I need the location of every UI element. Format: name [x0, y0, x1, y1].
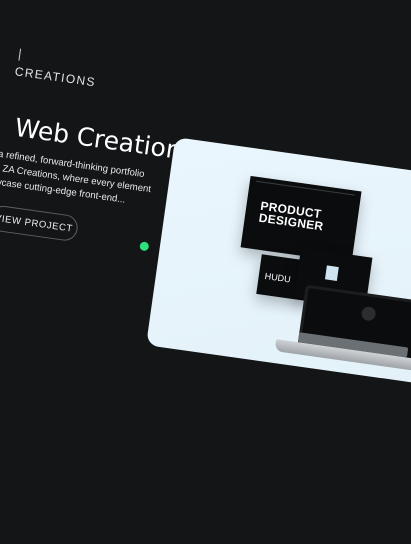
project-preview-card[interactable]: PRODUCT DESIGNER HUDU: [146, 137, 411, 385]
brand-logo-mark: [12, 47, 22, 61]
preview-navbar-line: [255, 180, 356, 198]
project-slide: CREATIONS Web Creation on is a refined, …: [0, 0, 411, 540]
view-project-button[interactable]: VIEW PROJECT: [0, 204, 80, 243]
preview-thumbnail: [324, 265, 339, 281]
preview-tag: HUDU: [264, 270, 292, 285]
status-indicator-dot: [139, 241, 150, 252]
preview-headline: PRODUCT DESIGNER: [258, 199, 326, 234]
preview-circle-graphic: [360, 305, 377, 322]
brand-name: CREATIONS: [13, 64, 97, 90]
